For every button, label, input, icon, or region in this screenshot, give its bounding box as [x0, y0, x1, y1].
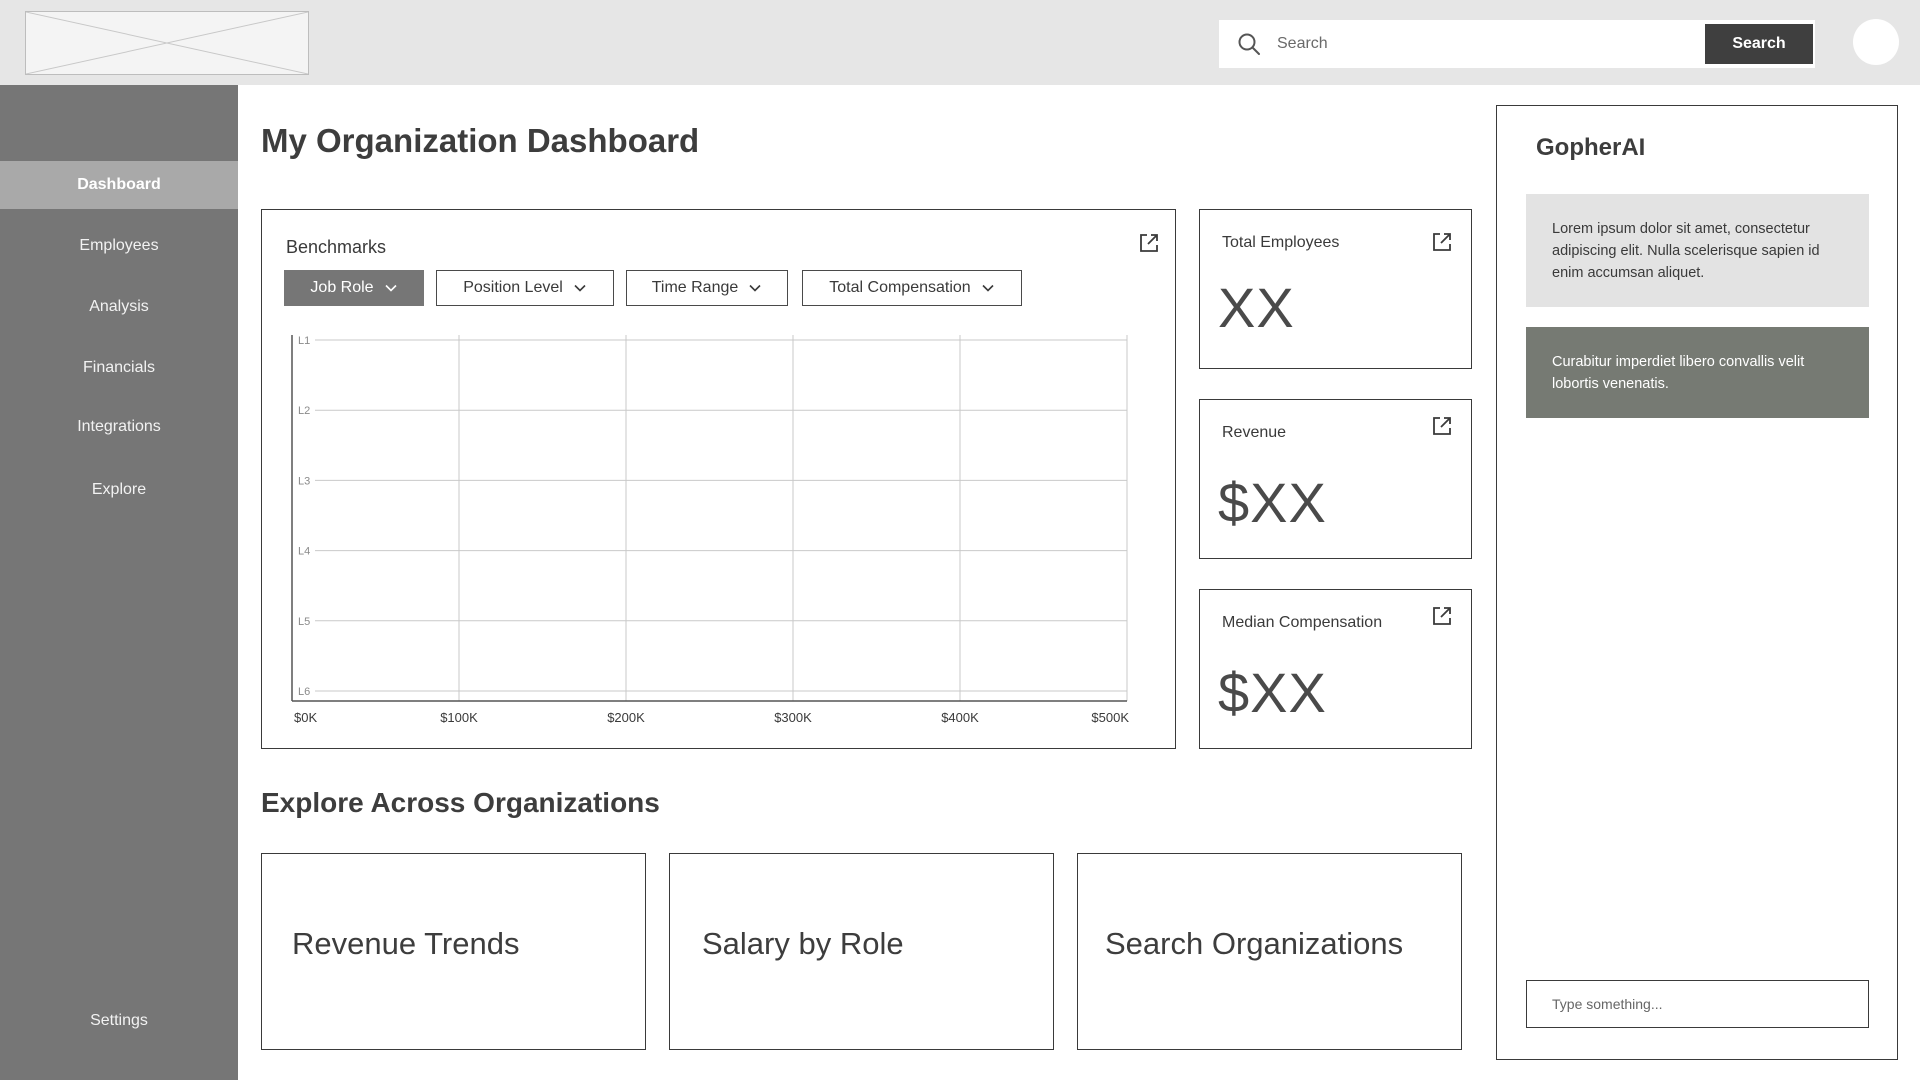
- x-tick-label: $0K: [294, 710, 317, 725]
- kpi-title: Revenue: [1222, 424, 1287, 441]
- chevron-down-icon: [385, 284, 397, 292]
- image-placeholder-icon: [26, 12, 308, 74]
- filter-label: Job Role: [310, 279, 374, 296]
- chat-title: GopherAI: [1536, 134, 1646, 161]
- search-input[interactable]: [1275, 28, 1745, 60]
- y-tick-label: L4: [298, 546, 310, 558]
- filter-time-range[interactable]: Time Range: [626, 270, 788, 306]
- filter-label: Time Range: [651, 279, 739, 296]
- sidebar-item-financials[interactable]: Financials: [0, 344, 238, 392]
- kpi-title: Median Compensation: [1222, 614, 1383, 631]
- sidebar-item-settings[interactable]: Settings: [0, 997, 238, 1045]
- explore-card-salary-by-role[interactable]: Salary by Role: [669, 853, 1054, 1050]
- x-tick-label: $300K: [774, 710, 812, 725]
- x-tick-label: $500K: [1091, 710, 1129, 725]
- sidebar-item-analysis[interactable]: Analysis: [0, 283, 238, 331]
- search-button[interactable]: Search: [1705, 24, 1813, 64]
- sidebar-item-dashboard[interactable]: Dashboard: [0, 161, 238, 209]
- y-tick-label: L1: [298, 335, 310, 347]
- filter-position-level[interactable]: Position Level: [436, 270, 614, 306]
- kpi-median-compensation: Median Compensation $XX: [1199, 589, 1472, 749]
- kpi-value: $XX: [1218, 471, 1327, 534]
- benchmarks-chart: L1 L2 L3 L4 L5 L6 $0K $100K $200K $300K $400K $500K: [291, 335, 1129, 725]
- logo-placeholder[interactable]: [25, 11, 309, 75]
- explore-card-search-organizations[interactable]: Search Organizations: [1077, 853, 1462, 1050]
- filter-job-role[interactable]: Job Role: [284, 270, 424, 306]
- kpi-value: XX: [1218, 276, 1295, 339]
- gopherai-chat-panel: GopherAI Lorem ipsum dolor sit amet, con…: [1496, 105, 1898, 1060]
- y-tick-label: L2: [298, 405, 310, 417]
- explore-card-label: Search Organizations: [1105, 926, 1404, 961]
- chevron-down-icon: [982, 284, 994, 292]
- filter-total-compensation[interactable]: Total Compensation: [802, 270, 1022, 306]
- kpi-total-employees: Total Employees XX: [1199, 209, 1472, 369]
- filter-label: Position Level: [463, 279, 563, 296]
- sidebar: Dashboard Employees Analysis Financials …: [0, 85, 238, 1080]
- external-link-icon[interactable]: [1138, 232, 1160, 254]
- explore-card-label: Revenue Trends: [292, 926, 520, 961]
- search-icon: [1238, 33, 1260, 55]
- sidebar-item-employees[interactable]: Employees: [0, 222, 238, 270]
- chevron-down-icon: [749, 284, 761, 292]
- kpi-revenue: Revenue $XX: [1199, 399, 1472, 559]
- kpi-value: $XX: [1218, 661, 1327, 724]
- filter-label: Total Compensation: [829, 279, 971, 296]
- chat-message: Lorem ipsum dolor sit amet, consectetur …: [1526, 194, 1869, 307]
- x-tick-label: $200K: [607, 710, 645, 725]
- top-header: Search: [0, 0, 1920, 85]
- external-link-icon[interactable]: [1431, 231, 1453, 253]
- explore-card-label: Salary by Role: [702, 926, 904, 961]
- chevron-down-icon: [574, 284, 586, 292]
- benchmarks-panel: Benchmarks Job Role Position Level Time …: [261, 209, 1176, 749]
- x-tick-label: $400K: [941, 710, 979, 725]
- explore-section-title: Explore Across Organizations: [261, 787, 660, 818]
- chat-input[interactable]: [1526, 980, 1869, 1028]
- kpi-title: Total Employees: [1222, 234, 1340, 251]
- benchmarks-title: Benchmarks: [286, 237, 387, 257]
- y-tick-label: L5: [298, 616, 310, 628]
- external-link-icon[interactable]: [1431, 605, 1453, 627]
- sidebar-item-integrations[interactable]: Integrations: [0, 403, 238, 451]
- sidebar-item-explore[interactable]: Explore: [0, 466, 238, 514]
- page-title: My Organization Dashboard: [261, 122, 700, 159]
- chat-message: Curabitur imperdiet libero convallis vel…: [1526, 327, 1869, 418]
- x-tick-label: $100K: [440, 710, 478, 725]
- y-tick-label: L6: [298, 686, 310, 698]
- explore-card-revenue-trends[interactable]: Revenue Trends: [261, 853, 646, 1050]
- external-link-icon[interactable]: [1431, 415, 1453, 437]
- avatar[interactable]: [1853, 19, 1899, 65]
- y-tick-label: L3: [298, 475, 310, 487]
